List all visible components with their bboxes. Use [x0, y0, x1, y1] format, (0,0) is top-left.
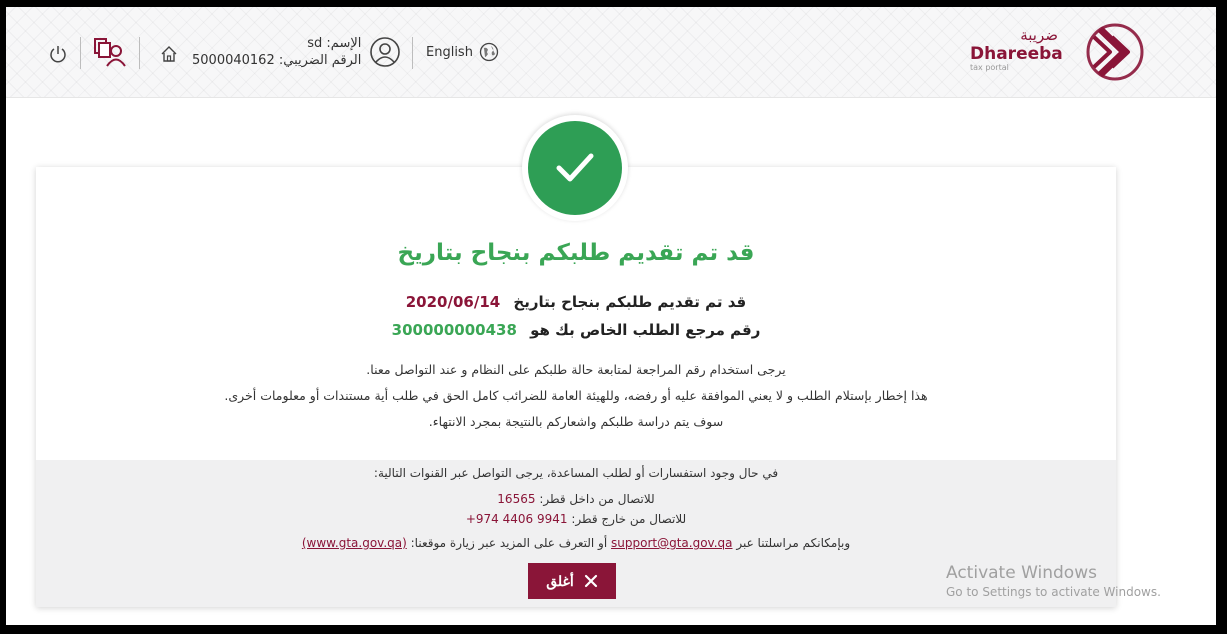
header-separator [80, 37, 81, 69]
power-icon [50, 46, 66, 63]
contact-intro: في حال وجود استفسارات أو لطلب المساعدة، … [373, 466, 779, 480]
home-button[interactable] [152, 37, 186, 71]
inside-phone: 16565 [497, 492, 536, 506]
windows-activation-watermark: Activate Windows Go to Settings to activ… [946, 563, 1161, 599]
success-badge [528, 121, 622, 215]
dhareeba-logo-icon [1086, 23, 1144, 81]
user-name: الإسم: sd [307, 36, 362, 51]
app-window: ضريبة Dhareeba tax portal English الإسم:… [6, 7, 1216, 625]
logo-subtitle: tax portal [970, 63, 1009, 72]
contact-email-web: وبإمكانكم مراسلتنا عبر support@gta.gov.q… [301, 536, 851, 550]
contact-outside-qatar: للاتصال من خارج قطر: +974 4406 9941 [465, 512, 687, 526]
reference-label: رقم مرجع الطلب الخاص بك هو [530, 321, 761, 339]
language-label: English [426, 44, 473, 60]
submission-date: 2020/06/14 [405, 293, 501, 311]
close-button-label: أغلق [546, 572, 574, 589]
header-separator [139, 37, 140, 69]
info-text: هذا إخطار بإستلام الطلب و لا يعني المواف… [224, 388, 928, 403]
submission-label: قد تم تقديم طلبكم بنجاح بتاريخ [513, 293, 747, 311]
logout-button[interactable] [41, 37, 75, 71]
logo-arabic: ضريبة [1020, 26, 1058, 44]
submission-date-line: قد تم تقديم طلبكم بنجاح بتاريخ 2020/06/1… [36, 293, 1116, 311]
my-documents-button[interactable] [92, 35, 126, 69]
info-text: يرجى استخدام رقم المراجعة لمتابعة حالة ط… [366, 362, 786, 377]
user-info: الإسم: sd الرقم الضريبي: 5000040162 [192, 7, 401, 97]
close-button[interactable]: أغلق [528, 563, 616, 599]
info-text: سوف يتم دراسة طلبكم واشعاركم بالنتيجة بم… [428, 414, 724, 429]
logo-english: Dhareeba [970, 44, 1063, 64]
user-avatar-icon [370, 37, 401, 67]
close-icon [584, 574, 597, 588]
outside-phone: +974 4406 9941 [465, 512, 568, 526]
tax-number: الرقم الضريبي: 5000040162 [192, 53, 362, 68]
reference-line: رقم مرجع الطلب الخاص بك هو 300000000438 [36, 321, 1116, 339]
home-icon [161, 46, 177, 62]
support-email-link[interactable]: support@gta.gov.qa [611, 536, 732, 550]
header: ضريبة Dhareeba tax portal English الإسم:… [6, 7, 1216, 98]
page-title: قد تم تقديم طلبكم بنجاح بتاريخ [397, 240, 755, 266]
website-link[interactable]: (www.gta.gov.qa) [302, 536, 407, 550]
reference-number: 300000000438 [391, 321, 517, 339]
checkmark-icon [556, 153, 594, 182]
documents-user-icon [94, 38, 126, 67]
language-switch[interactable]: English [426, 7, 499, 97]
globe-icon [479, 42, 499, 62]
header-separator [412, 37, 413, 69]
contact-inside-qatar: للاتصال من داخل قطر: 16565 [497, 492, 655, 506]
logo: ضريبة Dhareeba tax portal [954, 21, 1144, 83]
